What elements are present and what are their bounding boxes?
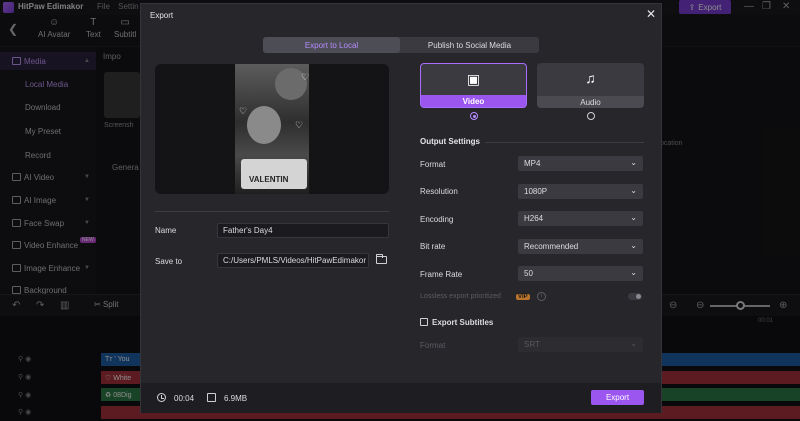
output-settings-title: Output Settings (420, 137, 480, 146)
encoding-value: H264 (524, 214, 544, 223)
name-label: Name (155, 226, 177, 235)
duration-text: 00:04 (174, 394, 195, 403)
resolution-select[interactable]: 1080P ⌄ (518, 184, 643, 199)
vip-badge: VIP (516, 294, 530, 300)
frame-rate-label: Frame Rate (420, 270, 463, 279)
chevron-down-icon: ⌄ (630, 213, 637, 222)
dialog-title: Export (150, 11, 174, 20)
preview-child (247, 106, 281, 144)
name-input[interactable]: Father's Day4 (217, 223, 389, 238)
format-select[interactable]: MP4 ⌄ (518, 156, 643, 171)
save-path-input[interactable]: C:/Users/PMLS/Videos/HitPawEdimakor (217, 253, 369, 268)
bit-rate-label: Bit rate (420, 242, 446, 251)
export-subtitles-label: Export Subtitles (432, 318, 494, 327)
heart-icon: ♡ (261, 180, 270, 190)
export-subtitles-checkbox[interactable] (420, 318, 428, 326)
file-size-icon (207, 393, 216, 402)
subtitle-format-value: SRT (524, 340, 540, 349)
video-radio[interactable] (470, 112, 478, 120)
tab-export-to-local[interactable]: Export to Local (263, 37, 400, 53)
audio-type-label: Audio (537, 96, 644, 108)
preview-cake (241, 159, 307, 189)
heart-icon: ♡ (301, 72, 309, 82)
chevron-down-icon: ⌄ (630, 186, 637, 195)
preview-frame: VALENTIN ♡ ♡ ♡ ♡ (235, 64, 309, 194)
close-icon[interactable]: ✕ (646, 7, 656, 21)
format-label: Format (420, 160, 446, 169)
video-type-card[interactable]: ▣ Video (420, 63, 527, 108)
heart-icon: ♡ (295, 120, 304, 130)
resolution-label: Resolution (420, 187, 458, 196)
heart-icon: ♡ (239, 106, 248, 116)
subtitle-format-select[interactable]: SRT ⌄ (518, 337, 643, 352)
chevron-down-icon: ⌄ (630, 339, 637, 348)
lossless-toggle[interactable] (628, 293, 642, 300)
export-dialog: Export ✕ Export to Local Publish to Soci… (140, 3, 662, 413)
save-to-label: Save to (155, 257, 183, 266)
video-preview: VALENTIN ♡ ♡ ♡ ♡ (155, 64, 389, 194)
file-size-text: 6.9MB (224, 394, 248, 403)
resolution-value: 1080P (524, 187, 548, 196)
video-type-label: Video (421, 95, 526, 107)
video-icon: ▣ (466, 71, 481, 87)
folder-icon[interactable] (376, 254, 387, 264)
info-icon[interactable]: i (537, 292, 546, 301)
encoding-select[interactable]: H264 ⌄ (518, 211, 643, 226)
export-button[interactable]: Export (591, 390, 644, 405)
bit-rate-value: Recommended (524, 242, 579, 251)
chevron-down-icon: ⌄ (630, 268, 637, 277)
audio-radio[interactable] (587, 112, 595, 120)
dialog-footer (141, 383, 661, 413)
output-settings-divider (485, 142, 644, 143)
bit-rate-select[interactable]: Recommended ⌄ (518, 239, 643, 254)
export-tabs: Export to Local Publish to Social Media (263, 37, 539, 53)
audio-type-card[interactable]: ♫ Audio (537, 63, 644, 108)
frame-rate-value: 50 (524, 269, 533, 278)
chevron-down-icon: ⌄ (630, 241, 637, 250)
subtitle-format-label: Format (420, 341, 446, 350)
encoding-label: Encoding (420, 215, 454, 224)
divider (155, 211, 389, 212)
chevron-down-icon: ⌄ (630, 158, 637, 167)
music-note-icon: ♫ (585, 70, 596, 86)
frame-rate-select[interactable]: 50 ⌄ (518, 266, 643, 281)
clock-icon (157, 393, 166, 402)
tab-publish-to-social[interactable]: Publish to Social Media (400, 37, 539, 53)
format-value: MP4 (524, 159, 541, 168)
lossless-label: Lossless export prioritized (420, 293, 501, 300)
